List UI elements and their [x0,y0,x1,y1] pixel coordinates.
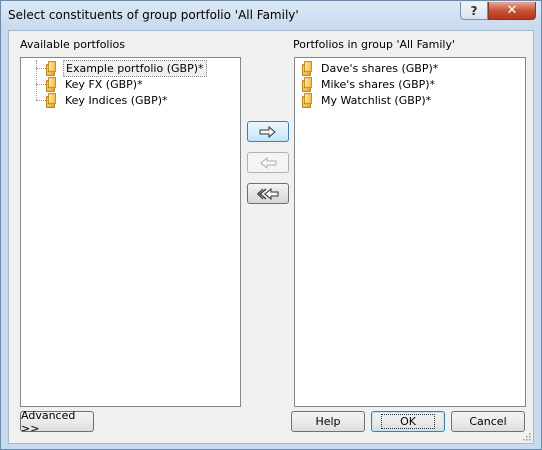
advanced-button[interactable]: Advanced >> [20,409,94,435]
arrow-right-icon [259,125,276,138]
title-close-button[interactable]: ✕ [488,2,536,20]
remove-from-group-button[interactable] [247,152,289,173]
group-item[interactable]: My Watchlist (GBP)* [301,92,433,108]
folder-icon [45,76,59,92]
resize-grip-icon[interactable] [521,431,531,441]
available-item-label: Example portfolio (GBP)* [63,59,207,77]
cancel-button[interactable]: Cancel [451,411,525,432]
available-portfolios-label: Available portfolios [20,38,126,51]
arrow-left-icon [260,156,277,169]
ok-button-label: OK [381,414,435,429]
title-help-button[interactable]: ? [460,2,488,20]
folder-icon [301,60,315,76]
available-item-label: Key FX (GBP)* [65,77,143,91]
group-portfolios-label: Portfolios in group 'All Family' [293,38,456,51]
group-item[interactable]: Dave's shares (GBP)* [301,60,440,76]
group-item-label: Dave's shares (GBP)* [321,61,439,75]
group-portfolios-list[interactable]: Dave's shares (GBP)* Mike's shares (GBP)… [294,57,526,407]
question-mark-icon: ? [470,3,478,18]
folder-icon [45,60,59,76]
title-bar[interactable]: Select constituents of group portfolio '… [1,1,541,30]
help-button[interactable]: Help [291,411,365,432]
group-item-label: My Watchlist (GBP)* [321,93,432,107]
add-to-group-button[interactable] [247,121,289,142]
double-arrow-left-icon [257,187,279,200]
available-item[interactable]: Key Indices (GBP)* [45,92,170,108]
remove-all-from-group-button[interactable] [247,183,289,204]
folder-icon [301,76,315,92]
close-icon: ✕ [506,3,518,18]
available-portfolios-list[interactable]: Example portfolio (GBP)* Key FX (GBP)* K… [20,57,241,407]
dialog-client-area: Available portfolios Example portfolio (… [8,30,534,444]
ok-button[interactable]: OK [371,411,445,432]
group-item[interactable]: Mike's shares (GBP)* [301,76,437,92]
folder-icon [45,92,59,108]
available-item[interactable]: Example portfolio (GBP)* [45,59,207,77]
tree-connector [36,60,37,100]
window-title: Select constituents of group portfolio '… [8,8,299,22]
available-item-label: Key Indices (GBP)* [65,93,168,107]
dialog-window: Select constituents of group portfolio '… [0,0,542,450]
folder-icon [301,92,315,108]
available-item[interactable]: Key FX (GBP)* [45,76,145,92]
group-item-label: Mike's shares (GBP)* [321,77,436,91]
